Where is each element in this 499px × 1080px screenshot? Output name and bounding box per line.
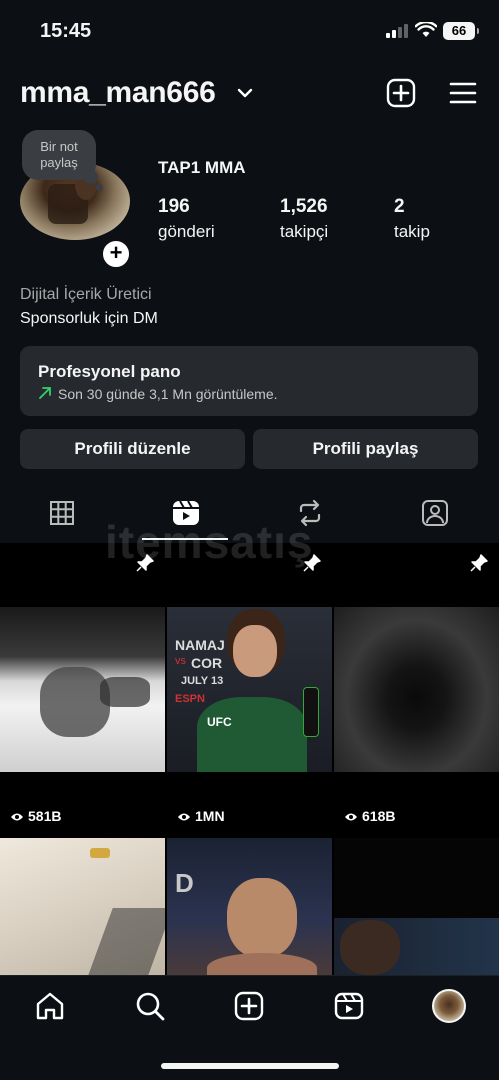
tagged-icon[interactable] [420,498,450,528]
profile-category: Dijital İçerik Üretici [20,286,152,303]
chevron-down-icon[interactable] [236,84,254,102]
reel-tile[interactable]: 581B [0,543,165,836]
reel-view-count: 581B [10,808,61,824]
battery-icon: 66 [443,22,479,40]
followers-stat[interactable]: 1,526 takipçi [280,196,328,242]
reels-nav-icon[interactable] [333,990,365,1022]
watermark: itemsatış [105,516,314,568]
reel-tile[interactable]: NAMAJ vs COR JULY 13 ESPN UFC 1MN [167,543,332,836]
search-icon[interactable] [134,990,166,1022]
eye-icon [345,813,357,821]
username-switcher[interactable]: mma_man666 [20,76,216,110]
status-bar: 15:45 66 [0,0,499,60]
reel-view-count: 618B [344,808,395,824]
dashboard-subtitle: Son 30 günde 3,1 Mn görüntüleme. [58,386,278,402]
reel-tile[interactable]: D [167,838,332,975]
share-profile-button[interactable]: Profili paylaş [253,429,478,469]
note-bubble-tail [84,170,98,184]
eye-icon [178,813,190,821]
trend-up-icon [39,387,51,399]
posts-stat[interactable]: 196 gönderi [158,196,215,242]
reel-view-count: 1MN [177,808,225,824]
reel-tile[interactable] [334,838,499,975]
reel-thumbnail [0,607,165,772]
reel-tile[interactable] [0,838,165,975]
reel-tile[interactable]: 618B [334,543,499,836]
profile-bio: Sponsorluk için DM [20,310,158,327]
create-icon[interactable] [233,990,265,1022]
wifi-icon [415,22,437,37]
signal-icon [386,24,408,38]
note-bubble-tail-dot [96,184,103,191]
grid-icon[interactable] [47,498,77,528]
followers-count: 1,526 [280,196,328,217]
following-label: takip [394,222,430,241]
followers-label: takipçi [280,222,329,241]
reel-thumbnail: NAMAJ vs COR JULY 13 ESPN UFC [167,607,332,772]
reel-thumbnail [334,607,499,772]
following-count: 2 [394,196,405,217]
display-name: TAP1 MMA [158,158,246,177]
profile-header: mma_man666 [0,72,499,116]
home-indicator [161,1063,339,1069]
note-text: Bir not paylaş [40,139,78,170]
menu-icon[interactable] [448,80,478,106]
edit-profile-button[interactable]: Profili düzenle [20,429,245,469]
profile-avatar-nav[interactable] [432,989,466,1023]
professional-dashboard-card[interactable]: Profesyonel pano Son 30 günde 3,1 Mn gör… [20,346,478,416]
dashboard-title: Profesyonel pano [38,362,181,381]
home-icon[interactable] [34,990,66,1022]
following-stat[interactable]: 2 takip [394,196,430,242]
add-story-button[interactable]: + [100,238,132,270]
new-post-icon[interactable] [386,78,416,108]
status-time: 15:45 [40,20,92,42]
posts-label: gönderi [158,222,215,241]
pinned-icon [470,554,488,572]
reels-grid: 581B NAMAJ vs COR JULY 13 ESPN UFC 1MN 6… [0,543,499,975]
eye-icon [11,813,23,821]
posts-count: 196 [158,196,190,217]
